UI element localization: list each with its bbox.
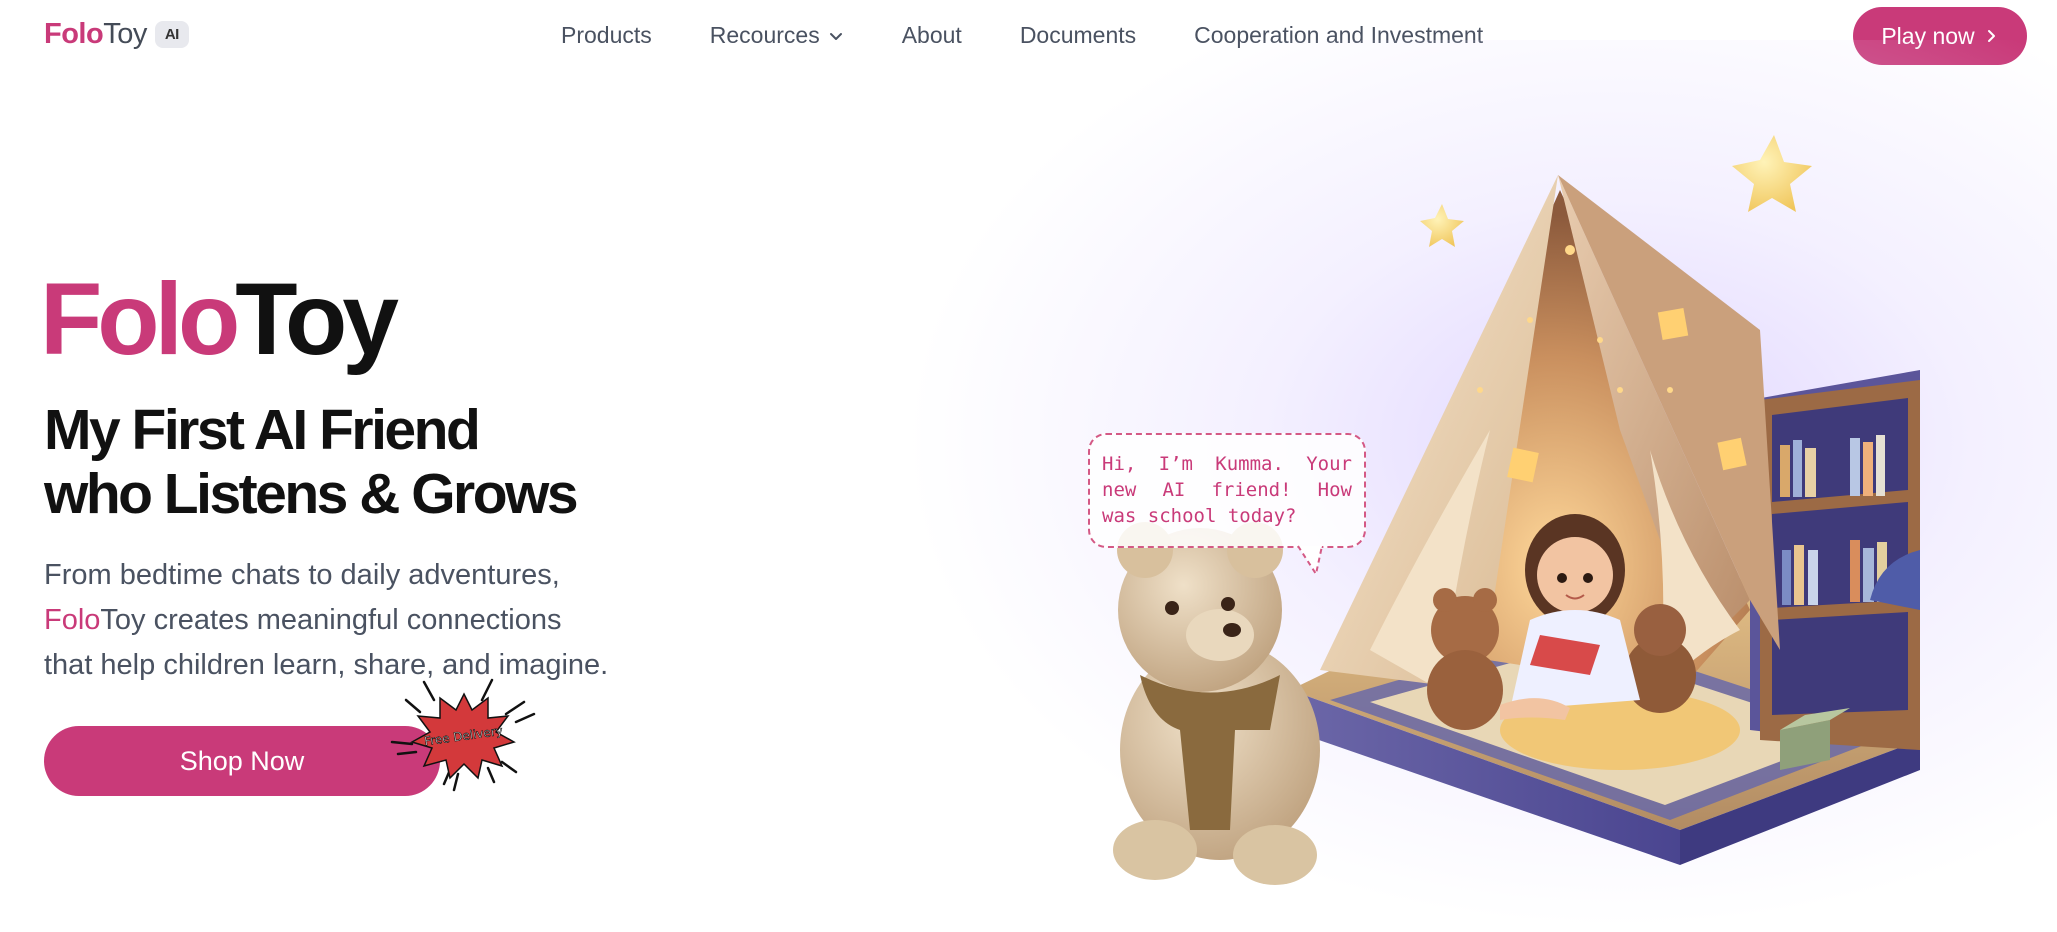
nav-link-products[interactable]: Products — [561, 22, 652, 49]
ai-badge: AI — [154, 21, 189, 48]
desc-line-2: FoloToy creates meaningful connections — [44, 598, 744, 643]
desc-line-1: From bedtime chats to daily adventures, — [44, 559, 560, 591]
brand-folo-text: Folo — [40, 262, 240, 376]
site-logo[interactable]: Folo Toy AI — [44, 18, 189, 51]
logo-toy-text: Toy — [103, 18, 147, 50]
speech-bubble-tail — [1297, 545, 1323, 577]
chevron-down-icon — [829, 32, 842, 40]
nav-link-resources[interactable]: Recources — [710, 22, 844, 49]
nav-link-label: Recources — [709, 22, 820, 48]
desc-folo-text: Folo — [44, 604, 101, 636]
speech-bubble-text: Hi, I’m Kumma. Your new AI friend! How w… — [1102, 453, 1352, 527]
nav-link-label: Products — [561, 22, 652, 48]
headline-line-2: who Listens & Grows — [44, 462, 579, 526]
hero-description: From bedtime chats to daily adventures, … — [44, 553, 744, 688]
hero-brand-title: FoloToy — [40, 268, 399, 370]
shop-now-button[interactable]: Shop Now — [44, 726, 440, 796]
speech-bubble: Hi, I’m Kumma. Your new AI friend! How w… — [1088, 433, 1366, 548]
logo-folo-text: Folo — [44, 18, 104, 50]
shop-now-label: Shop Now — [179, 745, 305, 776]
desc-line-2-rest: Toy creates meaningful connections — [100, 604, 562, 636]
free-delivery-burst-badge: Free Delivery — [390, 678, 536, 792]
brand-toy-text: Toy — [235, 262, 399, 376]
hero-headline: My First AI Friend who Listens & Grows — [44, 398, 579, 526]
headline-line-1: My First AI Friend — [44, 398, 481, 462]
